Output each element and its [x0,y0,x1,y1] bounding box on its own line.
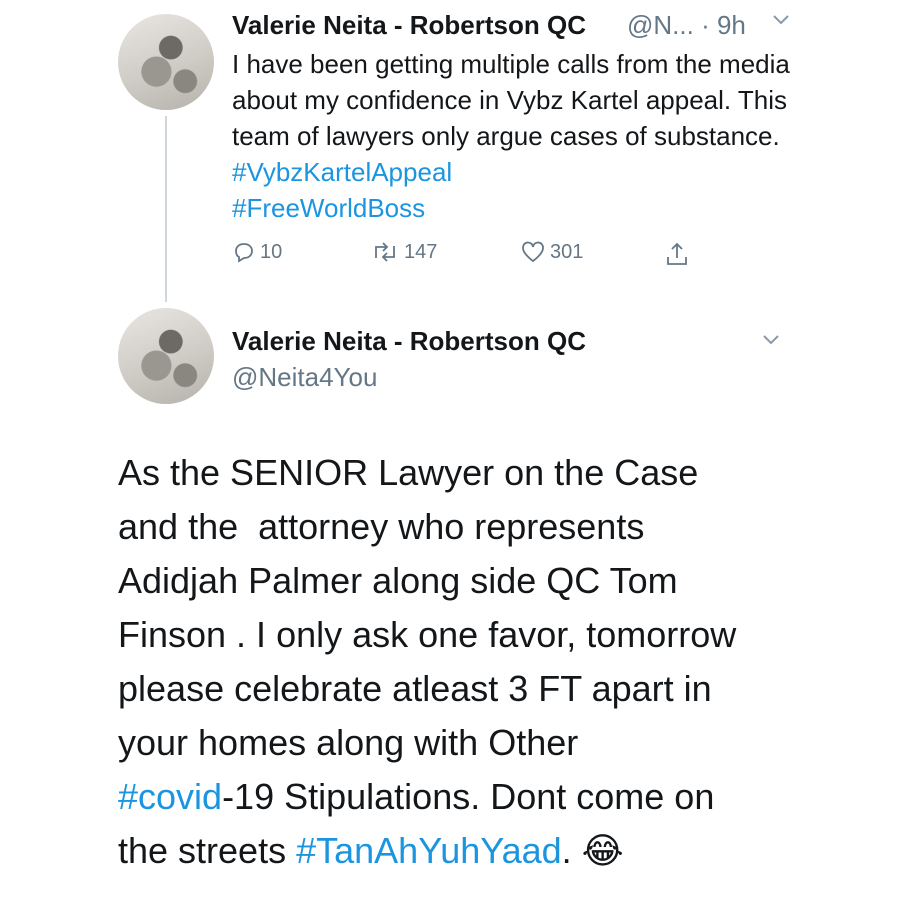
tweet-line: Adidjah Palmer along side QC Tom [118,560,678,601]
tweet-line-text: -19 Stipulations. Dont come on [222,776,715,817]
tweet-line: your homes along with Other [118,722,579,763]
tweet-line: #covid-19 Stipulations. Dont come on [118,770,878,824]
tweet-line: and the attorney who represents [118,506,645,547]
tweet-line: please celebrate atleast 3 FT apart in [118,668,712,709]
tweet-line: the streets #TanAhYuhYaad. 😂 [118,824,878,878]
avatar[interactable] [118,308,214,404]
author-name[interactable]: Valerie Neita - Robertson QC [232,10,586,41]
hashtag-link[interactable]: #VybzKartelAppeal [232,157,452,187]
hashtag-link[interactable]: #TanAhYuhYaad [296,830,562,871]
tweet-text: I have been getting multiple calls from … [232,46,792,226]
handle-and-time: @N... · 9h [627,10,746,40]
reply-button[interactable]: 10 [232,240,282,264]
tweet-text: As the SENIOR Lawyer on the Case and the… [118,446,878,878]
tweet-line: Finson . I only ask one favor, tomorrow [118,614,737,655]
thread-connector-line [165,116,167,302]
tweet-actions: 10 147 301 [232,240,752,274]
retweet-icon [375,242,395,262]
hashtag-link[interactable]: #FreeWorldBoss [232,193,425,223]
tweet-line-text: the streets [118,830,297,871]
tweet-line-text: . 😂 [561,830,624,871]
reply-count: 10 [260,240,283,263]
author-name[interactable]: Valerie Neita - Robertson QC [232,326,586,357]
author-handle[interactable]: @Neita4You [232,362,377,393]
retweet-button[interactable]: 147 [370,240,437,264]
retweet-count: 147 [404,240,438,263]
tweet-line: As the SENIOR Lawyer on the Case [118,452,699,493]
share-icon [667,242,687,265]
like-icon [522,241,544,263]
like-button[interactable]: 301 [520,240,583,264]
like-count: 301 [550,240,584,263]
chevron-down-icon[interactable] [770,8,792,36]
tweet-text-body: I have been getting multiple calls from … [232,49,790,151]
reply-icon [235,243,253,263]
avatar[interactable] [118,14,214,110]
chevron-down-icon[interactable] [760,328,782,356]
hashtag-link[interactable]: #covid [118,776,222,817]
share-button[interactable] [664,240,690,273]
